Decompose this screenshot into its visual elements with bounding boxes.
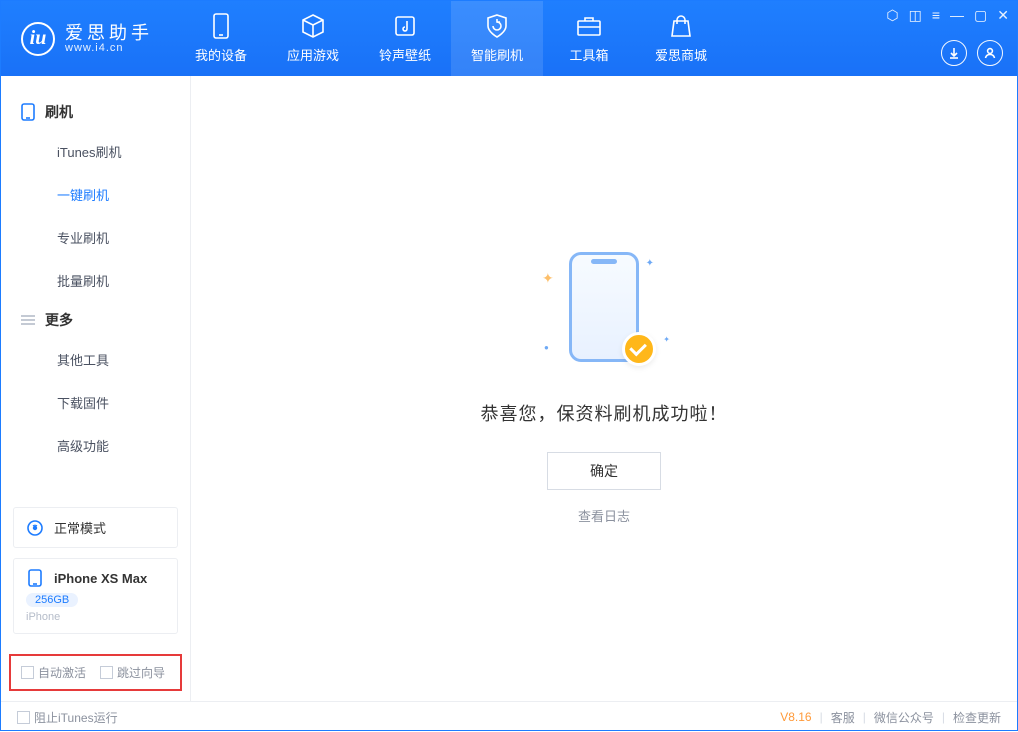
app-name-cn: 爱思助手 <box>65 24 153 42</box>
sidebar-item-other-tools[interactable]: 其他工具 <box>1 338 190 381</box>
nav-my-device[interactable]: 我的设备 <box>175 1 267 76</box>
auto-activate-checkbox[interactable]: 自动激活 <box>21 664 86 681</box>
main-content: ✦ ✦ ● ✦ 恭喜您，保资料刷机成功啦！ 确定 查看日志 <box>191 76 1017 701</box>
nav-toolbox[interactable]: 工具箱 <box>543 1 635 76</box>
sparkle-icon: ✦ <box>663 335 670 344</box>
window-controls: ⬡ ◫ ≡ — ▢ ✕ <box>886 7 1009 24</box>
block-itunes-checkbox[interactable]: 阻止iTunes运行 <box>17 709 118 726</box>
logo-icon: iu <box>21 22 55 56</box>
view-log-link[interactable]: 查看日志 <box>578 506 630 525</box>
sparkle-icon: ● <box>544 343 549 352</box>
device-name: iPhone XS Max <box>54 571 147 586</box>
skip-guide-checkbox[interactable]: 跳过向导 <box>100 664 165 681</box>
nav-store[interactable]: 爱思商城 <box>635 1 727 76</box>
nav-apps-games[interactable]: 应用游戏 <box>267 1 359 76</box>
sidebar-item-pro-flash[interactable]: 专业刷机 <box>1 216 190 259</box>
menu-icon[interactable]: ≡ <box>932 7 940 24</box>
sidebar-item-advanced[interactable]: 高级功能 <box>1 424 190 467</box>
sidebar-group-more[interactable]: 更多 <box>1 302 190 338</box>
maximize-button[interactable]: ▢ <box>974 7 987 24</box>
sidebar: 刷机 iTunes刷机 一键刷机 专业刷机 批量刷机 更多 其他工具 下载固件 … <box>1 76 191 701</box>
mode-normal-icon <box>26 519 44 537</box>
account-button[interactable] <box>977 40 1003 66</box>
phone-icon <box>208 13 234 39</box>
nav-ringtone-wallpaper[interactable]: 铃声壁纸 <box>359 1 451 76</box>
options-highlight: 自动激活 跳过向导 <box>9 654 182 691</box>
status-bar: 阻止iTunes运行 V8.16 | 客服 | 微信公众号 | 检查更新 <box>1 701 1017 732</box>
minimize-button[interactable]: — <box>950 7 964 24</box>
device-type: iPhone <box>26 611 165 623</box>
device-phone-icon <box>26 569 44 587</box>
footer-link-support[interactable]: 客服 <box>831 709 855 726</box>
footer-link-wechat[interactable]: 微信公众号 <box>874 709 934 726</box>
logo[interactable]: iu 爱思助手 www.i4.cn <box>1 1 175 76</box>
shopping-bag-icon <box>668 13 694 39</box>
download-manager-button[interactable] <box>941 40 967 66</box>
cube-icon <box>300 13 326 39</box>
shield-refresh-icon <box>484 13 510 39</box>
nav-smart-flash[interactable]: 智能刷机 <box>451 1 543 76</box>
app-name-en: www.i4.cn <box>65 42 153 54</box>
device-card[interactable]: iPhone XS Max 256GB iPhone <box>13 558 178 634</box>
sidebar-item-download-firmware[interactable]: 下载固件 <box>1 381 190 424</box>
feedback-icon[interactable]: ◫ <box>909 7 922 24</box>
mode-label: 正常模式 <box>54 518 106 537</box>
shirt-icon[interactable]: ⬡ <box>886 7 898 24</box>
sidebar-group-flash[interactable]: 刷机 <box>1 94 190 130</box>
main-nav: 我的设备 应用游戏 铃声壁纸 智能刷机 工具箱 爱思商城 <box>175 1 727 76</box>
mode-card[interactable]: 正常模式 <box>13 507 178 548</box>
header-actions <box>941 40 1003 66</box>
list-icon <box>21 314 35 326</box>
ok-button[interactable]: 确定 <box>547 452 661 490</box>
phone-outline-icon <box>21 103 35 121</box>
sidebar-item-batch-flash[interactable]: 批量刷机 <box>1 259 190 302</box>
sidebar-item-oneclick-flash[interactable]: 一键刷机 <box>1 173 190 216</box>
check-badge-icon <box>622 332 656 366</box>
music-note-icon <box>392 13 418 39</box>
version-label: V8.16 <box>780 710 811 724</box>
sparkle-icon: ✦ <box>646 258 654 269</box>
success-message: 恭喜您，保资料刷机成功啦！ <box>481 400 728 426</box>
briefcase-icon <box>576 13 602 39</box>
sidebar-item-itunes-flash[interactable]: iTunes刷机 <box>1 130 190 173</box>
close-button[interactable]: ✕ <box>997 7 1009 24</box>
device-capacity: 256GB <box>26 593 78 607</box>
footer-link-update[interactable]: 检查更新 <box>953 709 1001 726</box>
sparkle-icon: ✦ <box>542 270 554 287</box>
app-header: iu 爱思助手 www.i4.cn 我的设备 应用游戏 铃声壁纸 智能刷机 工具… <box>1 1 1017 76</box>
success-illustration: ✦ ✦ ● ✦ <box>514 252 694 372</box>
